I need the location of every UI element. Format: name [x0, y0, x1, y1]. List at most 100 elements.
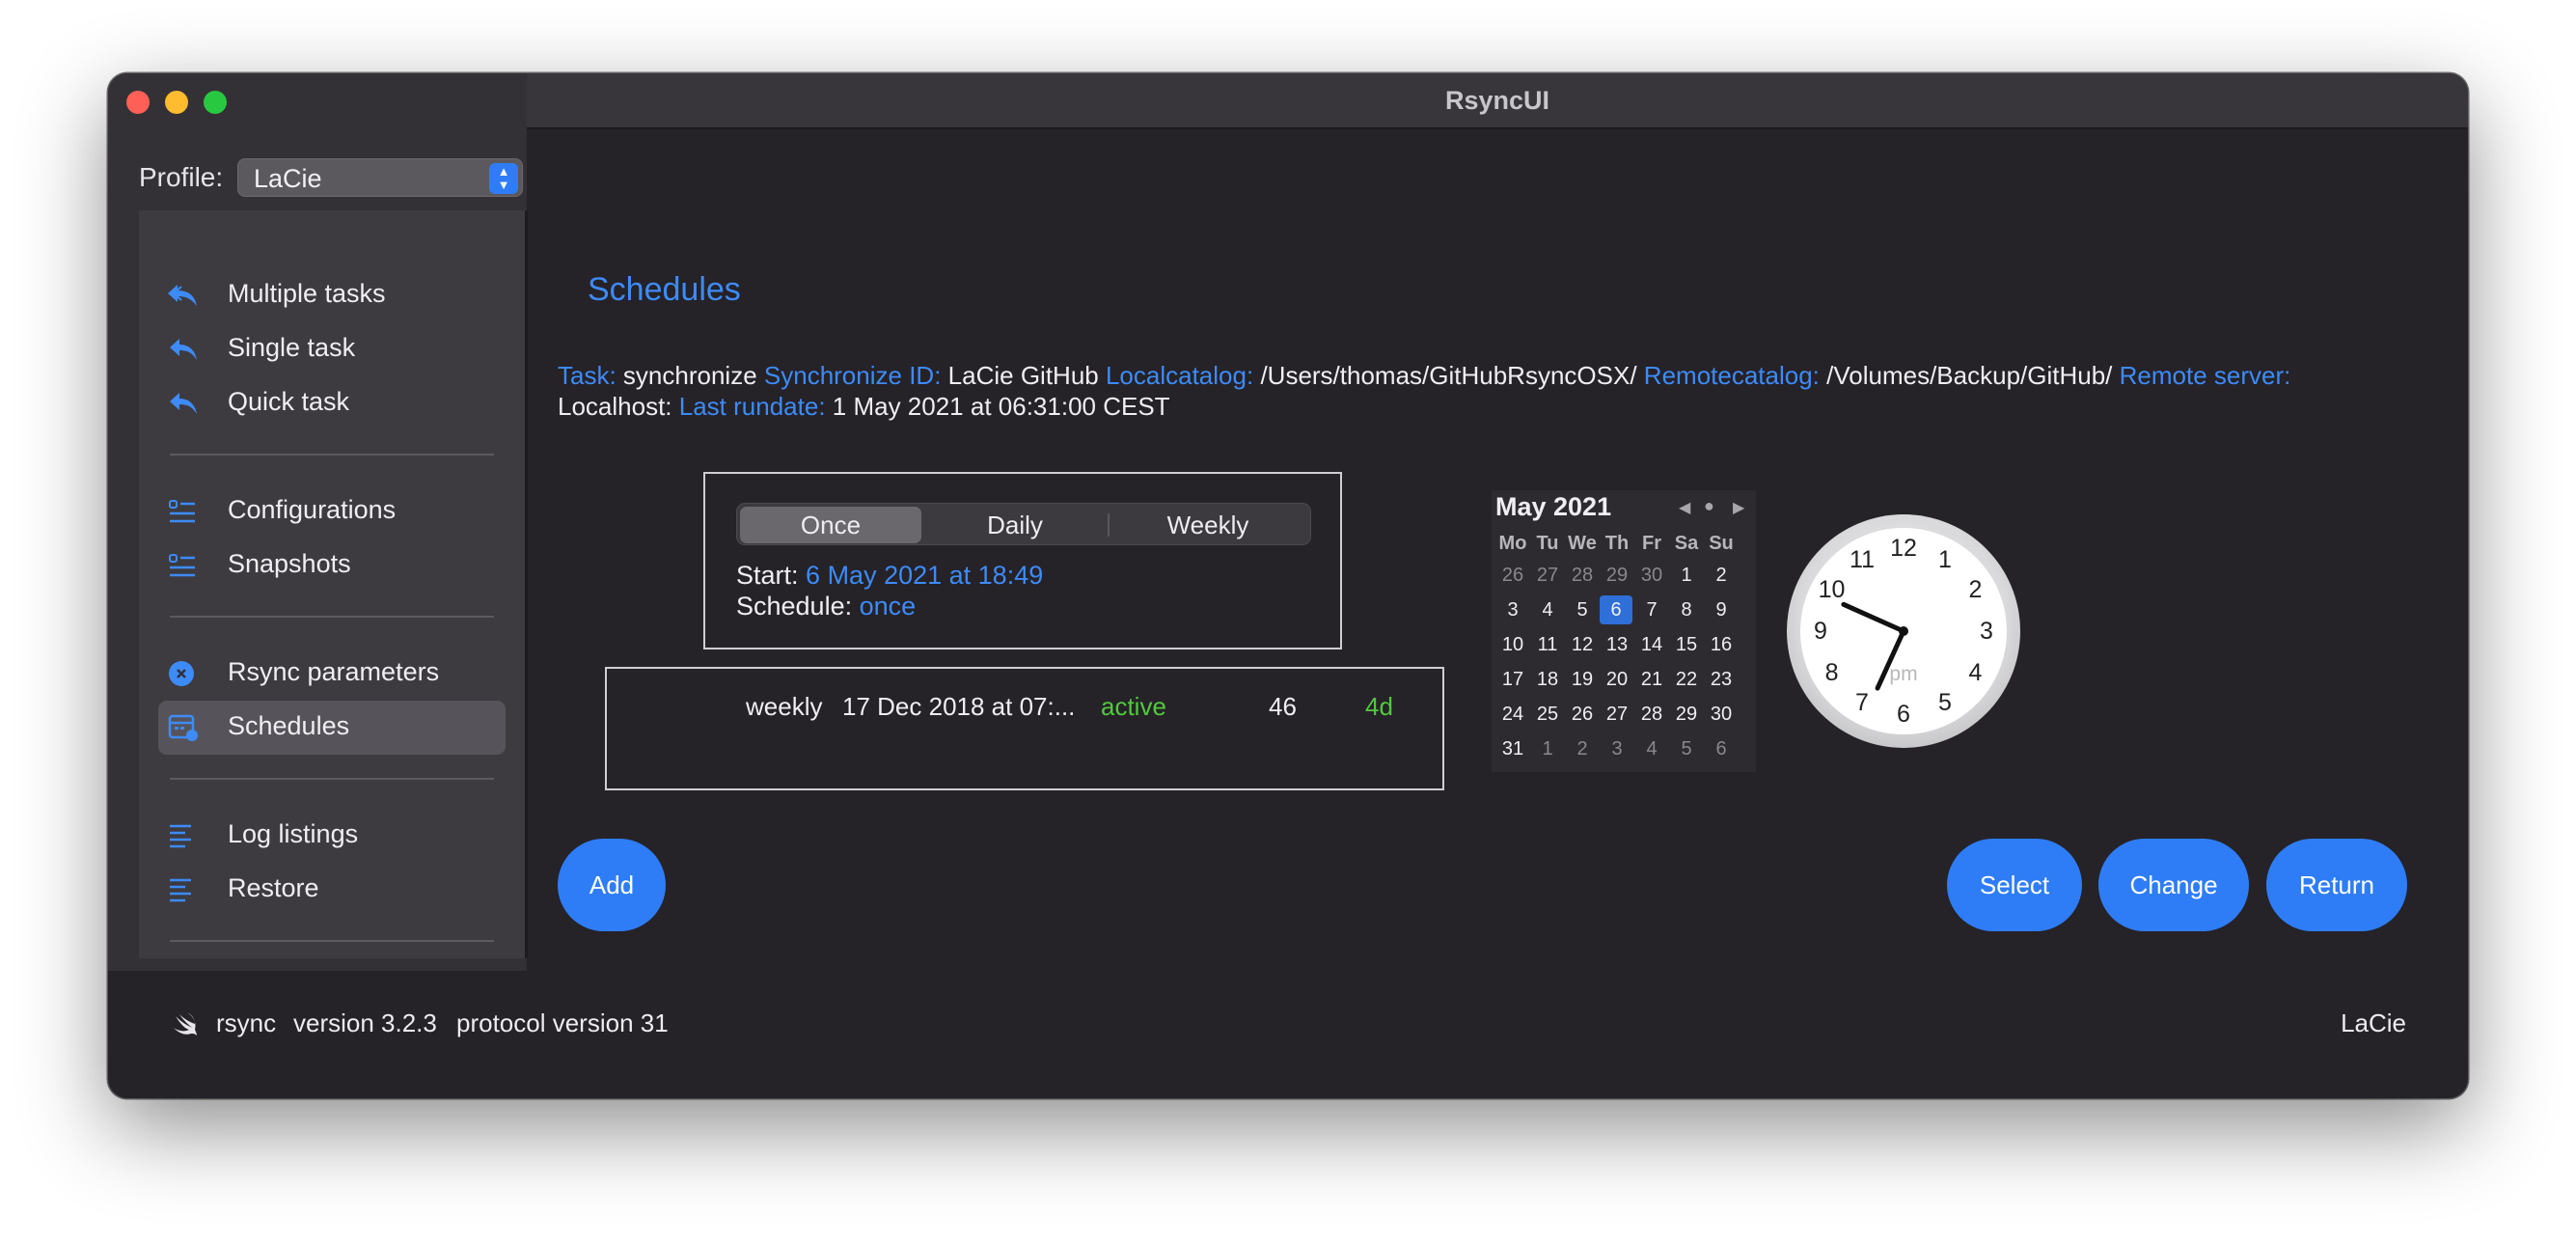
calendar-day-of-week: Sa — [1674, 533, 1699, 554]
arrowshape-turn-up-left-icon — [170, 339, 197, 360]
clock-hands — [1841, 601, 1908, 691]
calendar-day[interactable]: 24 — [1495, 700, 1530, 729]
calendar-day[interactable]: 2 — [1565, 734, 1600, 763]
calendar-day[interactable]: 20 — [1600, 665, 1634, 694]
status-profile: LaCie — [2341, 1008, 2406, 1037]
sidebar-item-multiple-tasks[interactable]: Multiple tasks — [158, 268, 506, 322]
calendar-day[interactable]: 30 — [1704, 700, 1739, 729]
clock-center — [1899, 626, 1908, 636]
sidebar-item-rsync-parameters[interactable]: Rsync parameters — [158, 647, 506, 701]
row-count: 46 — [1269, 692, 1297, 721]
calendar-day[interactable]: 28 — [1634, 700, 1669, 729]
start-label: Start: — [736, 561, 799, 590]
calendar-badge-icon — [168, 714, 198, 741]
segment-once[interactable]: Once — [740, 507, 921, 543]
calendar-day[interactable]: 11 — [1530, 630, 1565, 659]
calendar-day[interactable]: 25 — [1530, 700, 1565, 729]
calendar-day[interactable]: 3 — [1495, 595, 1530, 624]
list-bullet-rectangle-icon — [169, 500, 195, 523]
sidebar-item-quick-task[interactable]: Quick task — [158, 376, 506, 430]
profile-select-value: LaCie — [254, 164, 322, 193]
return-button[interactable]: Return — [2266, 839, 2407, 931]
calendar-day[interactable]: 10 — [1495, 630, 1530, 659]
date-picker-calendar[interactable]: May 2021 ◀ ● ▶ Mo Tu We Th Fr Sa Su 26 27 28 29 30 1… — [1492, 490, 1756, 772]
remotecatalog-value: /Volumes/Backup/GitHub/ — [1826, 361, 2113, 390]
calendar-day[interactable]: 21 — [1634, 665, 1669, 694]
previous-month-icon[interactable]: ◀ — [1679, 498, 1690, 517]
calendar-day[interactable]: 5 — [1669, 734, 1704, 763]
calendar-day[interactable]: 9 — [1704, 595, 1739, 624]
calendar-day[interactable]: 14 — [1634, 630, 1669, 659]
calendar-day[interactable]: 7 — [1634, 595, 1669, 624]
calendar-day[interactable]: 4 — [1530, 595, 1565, 624]
analog-clock[interactable]: 12 1 2 3 4 5 6 7 8 9 10 11 pm — [1787, 514, 2020, 748]
change-button[interactable]: Change — [2098, 839, 2249, 931]
start-line: Start: 6 May 2021 at 18:49 — [736, 561, 1043, 591]
calendar-day[interactable]: 29 — [1669, 700, 1704, 729]
select-button[interactable]: Select — [1947, 839, 2082, 931]
calendar-day[interactable]: 16 — [1704, 630, 1739, 659]
segment-daily[interactable]: Daily — [923, 507, 1107, 543]
calendar-day[interactable]: 27 — [1530, 561, 1565, 590]
calendar-day[interactable]: 3 — [1600, 734, 1634, 763]
calendar-day[interactable]: 6 — [1600, 595, 1632, 624]
profile-select[interactable]: LaCie ▲ ▼ — [237, 158, 523, 197]
calendar-day[interactable]: 1 — [1530, 734, 1565, 763]
today-dot-icon[interactable]: ● — [1704, 496, 1714, 516]
calendar-day[interactable]: 15 — [1669, 630, 1704, 659]
calendar-day[interactable]: 1 — [1669, 561, 1704, 590]
localcatalog-value: /Users/thomas/GitHubRsyncOSX/ — [1260, 361, 1637, 390]
zoom-window-button[interactable] — [204, 91, 227, 114]
calendar-day[interactable]: 6 — [1704, 734, 1739, 763]
calendar-day[interactable]: 8 — [1669, 595, 1704, 624]
calendar-day[interactable]: 26 — [1495, 561, 1530, 590]
clock-face: 12 1 2 3 4 5 6 7 8 9 10 11 pm — [1800, 528, 2007, 734]
calendar-day[interactable]: 29 — [1600, 561, 1634, 590]
calendar-day[interactable]: 27 — [1600, 700, 1634, 729]
calendar-day[interactable]: 19 — [1565, 665, 1600, 694]
localcatalog-key: Localcatalog: — [1105, 361, 1254, 390]
title-bar: RsyncUI — [527, 73, 2468, 129]
calendar-day[interactable]: 12 — [1565, 630, 1600, 659]
minimize-window-button[interactable] — [165, 91, 188, 114]
profile-label: Profile: — [139, 162, 224, 192]
segment-weekly[interactable]: Weekly — [1110, 507, 1306, 543]
close-window-button[interactable] — [126, 91, 150, 114]
sidebar-item-label: Schedules — [228, 711, 350, 740]
sidebar-item-schedules[interactable]: Schedules — [158, 701, 506, 755]
sidebar-item-restore[interactable]: Restore — [158, 863, 506, 917]
sidebar-divider — [525, 210, 528, 958]
command-circle-icon — [169, 661, 194, 686]
schedule-line: Schedule: once — [736, 592, 916, 622]
sidebar-item-label: Configurations — [228, 495, 397, 524]
calendar-day[interactable]: 17 — [1495, 665, 1530, 694]
sidebar-item-label: Log listings — [228, 819, 359, 848]
calendar-day[interactable]: 13 — [1600, 630, 1634, 659]
sidebar-item-snapshots[interactable]: Snapshots — [158, 539, 506, 593]
calendar-day[interactable]: 30 — [1634, 561, 1669, 590]
calendar-day[interactable]: 4 — [1634, 734, 1669, 763]
next-month-icon[interactable]: ▶ — [1733, 498, 1744, 517]
calendar-day[interactable]: 2 — [1704, 561, 1739, 590]
sidebar-item-log-listings[interactable]: Log listings — [158, 809, 506, 863]
calendar-day-of-week: Su — [1709, 533, 1734, 554]
calendar-day-of-week: Tu — [1536, 533, 1559, 554]
calendar-day[interactable]: 28 — [1565, 561, 1600, 590]
sidebar-item-label: Restore — [228, 873, 319, 902]
add-button[interactable]: Add — [558, 839, 666, 931]
calendar-day[interactable]: 5 — [1565, 595, 1600, 624]
last-rundate-key: Last rundate: — [678, 392, 826, 421]
rsync-label: rsync — [216, 1008, 277, 1037]
schedule-type-segmented-control: Once Daily Weekly — [736, 503, 1311, 545]
sidebar-item-single-task[interactable]: Single task — [158, 322, 506, 376]
calendar-day[interactable]: 26 — [1565, 700, 1600, 729]
calendar-day[interactable]: 23 — [1704, 665, 1739, 694]
calendar-day[interactable]: 22 — [1669, 665, 1704, 694]
text-alignleft-icon — [170, 824, 191, 848]
calendar-day[interactable]: 31 — [1495, 734, 1530, 763]
calendar-day[interactable]: 18 — [1530, 665, 1565, 694]
remotecatalog-key: Remotecatalog: — [1643, 361, 1820, 390]
hour-hand — [1875, 628, 1906, 691]
sidebar-item-configurations[interactable]: Configurations — [158, 484, 506, 539]
start-value: 6 May 2021 at 18:49 — [806, 561, 1044, 590]
